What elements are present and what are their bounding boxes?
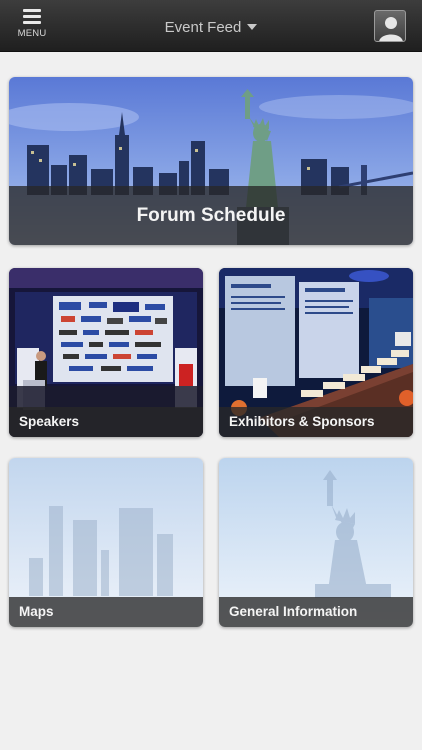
maps-tile[interactable]: Maps: [9, 458, 203, 627]
tile-label: Forum Schedule: [9, 186, 413, 245]
exhibitors-sponsors-tile[interactable]: Exhibitors & Sponsors: [219, 268, 413, 437]
menu-label: MENU: [17, 28, 47, 39]
menu-icon: [23, 9, 41, 24]
speakers-tile[interactable]: Speakers: [9, 268, 203, 437]
general-information-tile[interactable]: General Information: [219, 458, 413, 627]
app-header: MENU Event Feed: [0, 0, 422, 52]
event-feed-dropdown[interactable]: Event Feed: [120, 14, 302, 40]
tile-label: Exhibitors & Sponsors: [219, 407, 413, 437]
tile-label: Speakers: [9, 407, 203, 437]
tile-label: General Information: [219, 597, 413, 627]
profile-icon: [379, 17, 403, 41]
profile-button[interactable]: [374, 10, 406, 42]
menu-button[interactable]: MENU: [10, 6, 54, 46]
forum-schedule-tile[interactable]: Forum Schedule: [9, 77, 413, 245]
page-title: Event Feed: [164, 18, 242, 36]
caret-down-icon: [247, 24, 258, 30]
tile-label: Maps: [9, 597, 203, 627]
